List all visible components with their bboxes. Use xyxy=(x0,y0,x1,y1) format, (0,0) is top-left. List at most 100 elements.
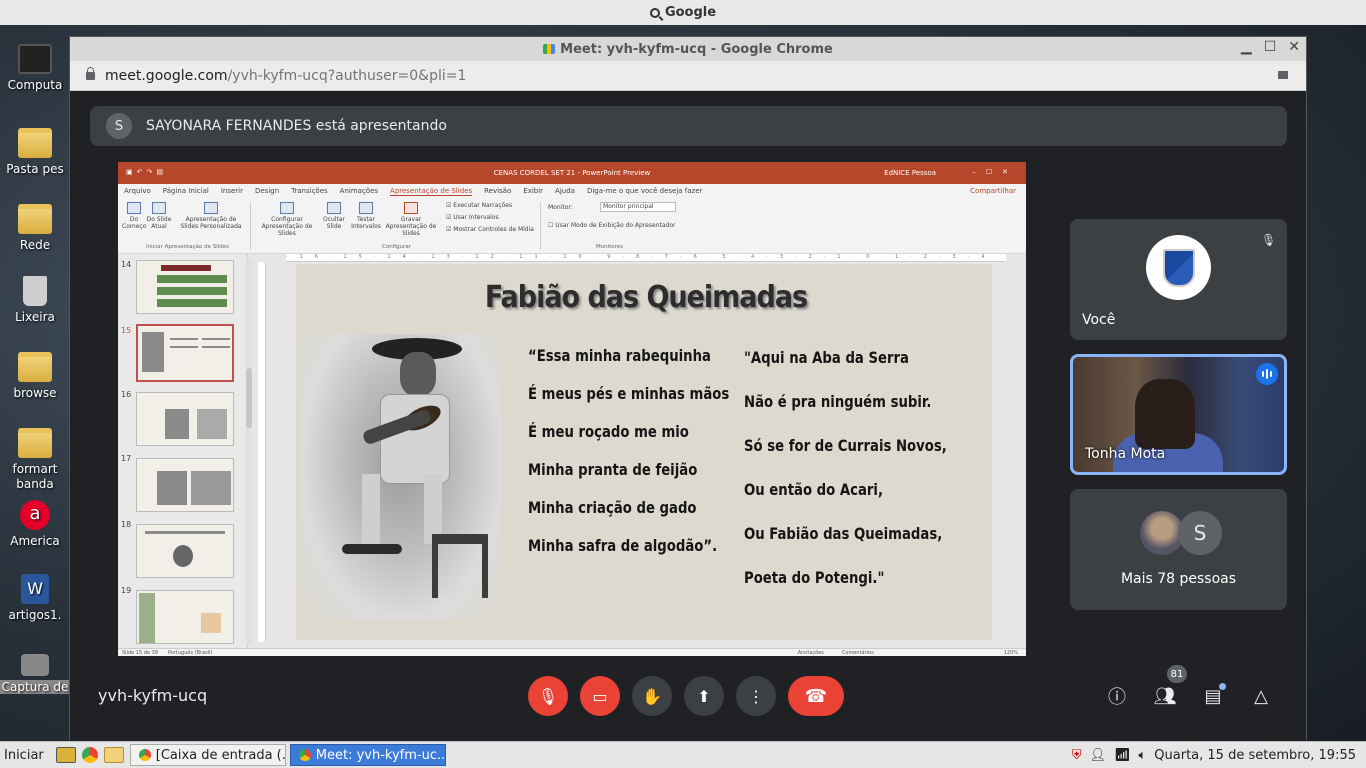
taskbar-gmail[interactable]: [Caixa de entrada (... xyxy=(129,744,286,766)
slide-thumbnail-18[interactable] xyxy=(136,524,234,578)
tab-design[interactable]: Design xyxy=(255,187,279,195)
address-bar[interactable]: meet.google.com/yvh-kyfm-ucq?authuser=0&… xyxy=(70,61,1306,91)
desktop-icon-browse[interactable]: browse xyxy=(0,352,70,400)
chat-notification-dot xyxy=(1219,683,1226,690)
zoom-level[interactable]: 120% xyxy=(1004,650,1018,656)
camera-permission-icon[interactable] xyxy=(1278,71,1288,79)
presenter-view-checkbox[interactable]: ☐ Usar Modo de Exibição do Apresentador xyxy=(548,222,675,229)
file-manager-icon[interactable] xyxy=(103,747,124,763)
tile-self[interactable]: 🎙︎ Você xyxy=(1070,219,1287,340)
desktop-icon-trash[interactable]: Lixeira xyxy=(0,276,70,324)
present-now-button[interactable]: ⬆ xyxy=(684,676,724,716)
home-folder-icon xyxy=(18,128,52,158)
record-show-button[interactable]: Gravar Apresentação de Slides xyxy=(380,202,442,237)
leave-call-button[interactable]: ☎ xyxy=(788,676,844,716)
right-verse-4: Ou então do Acari, xyxy=(744,480,884,499)
checkbox-narracoes[interactable]: Executar Narrações xyxy=(446,202,512,209)
rehearse-timings-button[interactable]: Testar Intervalos xyxy=(350,202,382,230)
tab-inserir[interactable]: Inserir xyxy=(221,187,243,195)
slide-thumbnail-14[interactable] xyxy=(136,260,234,314)
taskbar-meet[interactable]: Meet: yvh-kyfm-uc... xyxy=(289,744,446,766)
meeting-details-button[interactable]: ⓘ xyxy=(1103,682,1131,710)
desktop-icon-home[interactable]: Pasta pes xyxy=(0,128,70,176)
participant-avatar-letter: S xyxy=(1178,511,1222,555)
thumb-shape xyxy=(170,338,198,340)
tab-arquivo[interactable]: Arquivo xyxy=(124,187,151,195)
meet-stage: S SAYONARA FERNANDES está apresentando ▣… xyxy=(70,92,1306,740)
from-start-button[interactable]: Do Começo xyxy=(122,202,146,230)
slide-thumbnail-16[interactable] xyxy=(136,392,234,446)
thumb-shape xyxy=(202,338,230,340)
photo-stool xyxy=(432,534,488,598)
thumb-plant xyxy=(139,593,155,643)
tab-pagina-inicial[interactable]: Página Inicial xyxy=(163,187,209,195)
desktop-icon-formart[interactable]: formart banda xyxy=(0,428,70,492)
tab-apresentacao[interactable]: Apresentação de Slides xyxy=(390,187,473,196)
show-desktop-icon[interactable] xyxy=(55,747,76,763)
record-icon xyxy=(404,202,418,214)
tell-me-search[interactable]: Diga-me o que você deseja fazer xyxy=(587,187,702,195)
language-status: Português (Brasil) xyxy=(167,649,213,656)
slide-thumbnail-15[interactable] xyxy=(136,324,234,382)
checkbox-controles-midia[interactable]: Mostrar Controles de Mídia xyxy=(446,226,534,233)
notes-button[interactable]: Anotações xyxy=(798,650,824,656)
slide-canvas[interactable]: Fabião das Queimadas “Essa minha rabequi… xyxy=(296,264,992,640)
activities-button[interactable]: △ xyxy=(1247,682,1275,710)
chrome-launcher-icon[interactable] xyxy=(81,747,98,763)
tab-revisao[interactable]: Revisão xyxy=(484,187,511,195)
left-verse-3: É meu roçado me mio xyxy=(528,422,689,441)
clock[interactable]: Quarta, 15 de setembro, 19:55 xyxy=(1154,748,1356,763)
slide-counter: Slide 15 de 39 xyxy=(122,649,158,656)
powerpoint-titlebar: ▣↶↷▤ CENAS CORDEL SET 21 - PowerPoint Pr… xyxy=(118,162,1026,184)
window-controls: ▁ ☐ ✕ xyxy=(1241,39,1300,55)
close-icon[interactable]: ✕ xyxy=(1288,39,1300,55)
minimize-icon[interactable]: ▁ xyxy=(1241,39,1252,55)
thumb-photo xyxy=(197,409,227,439)
search-icon xyxy=(649,7,660,18)
window-titlebar[interactable]: Meet: yvh-kyfm-ucq - Google Chrome ▁ ☐ ✕ xyxy=(70,37,1306,61)
more-people-label: Mais 78 pessoas xyxy=(1120,571,1237,587)
tile-speaker[interactable]: Tonha Mota xyxy=(1070,354,1287,475)
microphone-toggle-button[interactable]: 🎙︎ xyxy=(528,676,568,716)
slide-thumbnail-17[interactable] xyxy=(136,458,234,512)
volume-icon[interactable]: 🔈︎ xyxy=(1138,748,1146,763)
tab-exibir[interactable]: Exibir xyxy=(523,187,543,195)
comments-button[interactable]: Comentários xyxy=(842,650,874,656)
thumb-number: 17 xyxy=(121,454,132,463)
camera-toggle-button[interactable]: ▭ xyxy=(580,676,620,716)
left-verse-6: Minha safra de algodão”. xyxy=(528,536,718,555)
hide-slide-button[interactable]: Ocultar Slide xyxy=(320,202,348,230)
tab-animacoes[interactable]: Animações xyxy=(340,187,378,195)
group-label-configurar: Configurar xyxy=(382,244,412,250)
thumb-emblem xyxy=(173,545,193,567)
desktop-icon-artigos[interactable]: W artigos1. xyxy=(0,574,70,622)
desktop-icon-computer[interactable]: Computa xyxy=(0,44,70,92)
desktop-icon-americanas[interactable]: a America xyxy=(0,500,70,548)
more-options-button[interactable]: ⋮ xyxy=(736,676,776,716)
tile-more-people[interactable]: S Mais 78 pessoas xyxy=(1070,489,1287,610)
custom-show-button[interactable]: Apresentação de Slides Personalizada xyxy=(176,202,246,230)
raise-hand-button[interactable]: ✋ xyxy=(632,676,672,716)
speaking-indicator-icon xyxy=(1256,363,1278,385)
checkbox-intervalos[interactable]: Usar Intervalos xyxy=(446,214,498,221)
security-shield-icon[interactable]: ⛨ xyxy=(1072,748,1082,763)
start-button[interactable]: Iniciar xyxy=(0,748,56,763)
right-verse-1: "Aqui na Aba da Serra xyxy=(744,348,909,367)
tab-ajuda[interactable]: Ajuda xyxy=(555,187,575,195)
system-top-title: Google xyxy=(664,5,717,20)
thumbnails-scrollbar[interactable] xyxy=(246,258,252,644)
user-icon[interactable]: 👤︎ xyxy=(1089,748,1106,763)
tab-transicoes[interactable]: Transições xyxy=(291,187,328,195)
desktop-icon-network[interactable]: Rede xyxy=(0,204,70,252)
desktop-icon-captura[interactable]: Captura de xyxy=(0,654,70,694)
slide-thumbnail-19[interactable] xyxy=(136,590,234,644)
scrollbar-thumb[interactable] xyxy=(246,368,252,428)
maximize-icon[interactable]: ☐ xyxy=(1264,39,1277,55)
ribbon-separator xyxy=(250,202,251,250)
monitor-select[interactable]: Monitor principal xyxy=(600,202,676,212)
people-button[interactable]: 👥︎ xyxy=(1151,682,1179,710)
setup-show-button[interactable]: Configurar Apresentação de Slides xyxy=(254,202,320,237)
from-current-button[interactable]: Do Slide Atual xyxy=(146,202,172,230)
share-button[interactable]: Compartilhar xyxy=(970,187,1016,195)
wifi-icon[interactable]: 📶︎ xyxy=(1114,748,1131,763)
